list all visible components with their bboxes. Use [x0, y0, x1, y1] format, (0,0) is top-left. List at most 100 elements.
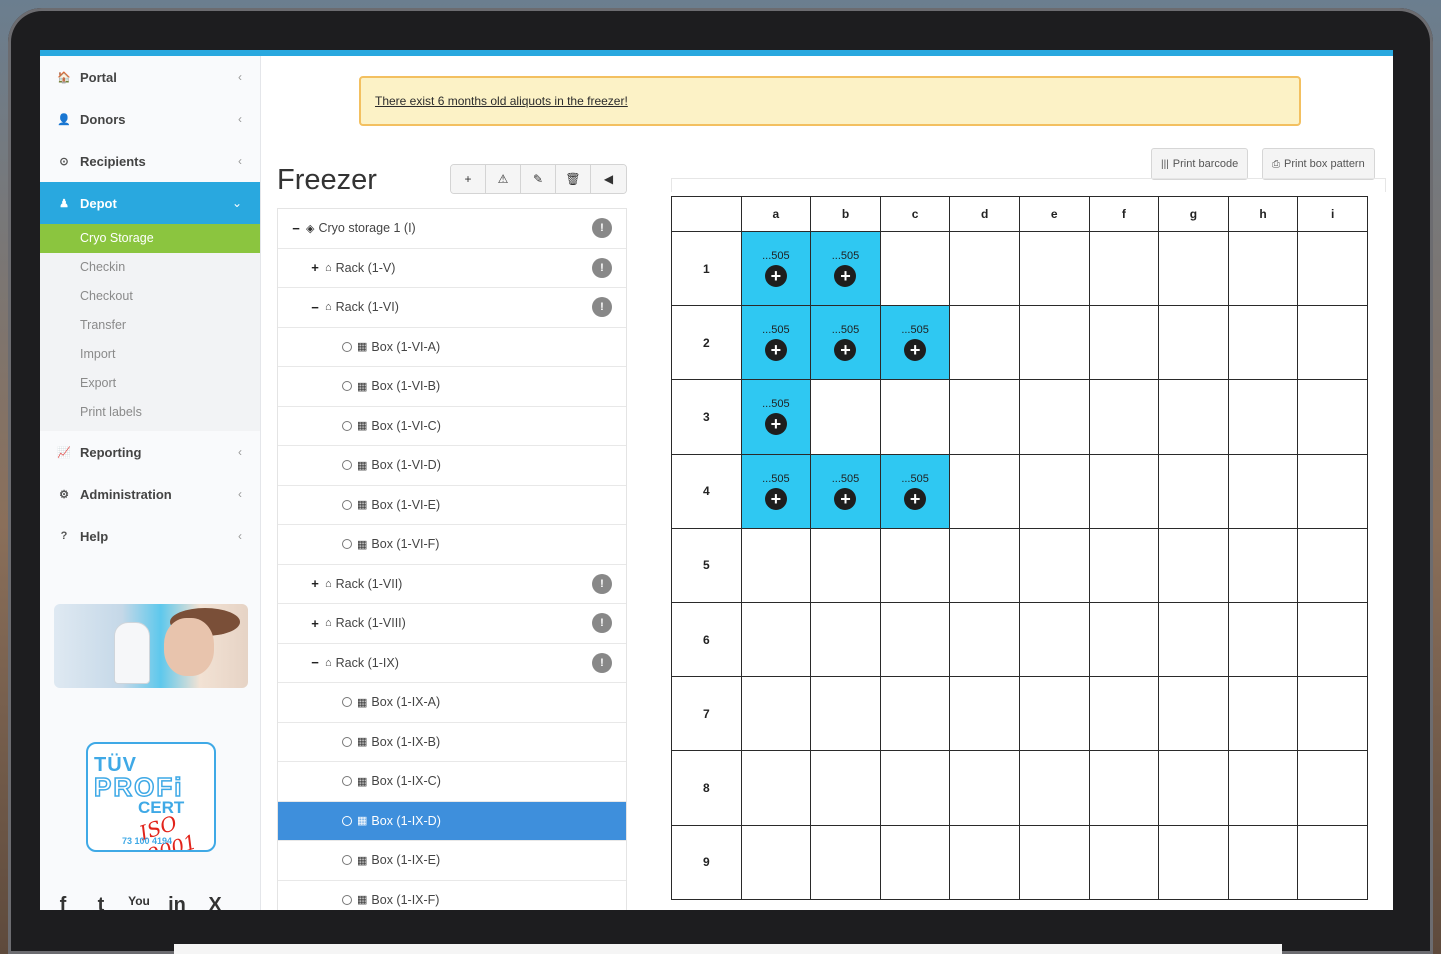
grid-cell-empty[interactable] [1088, 824, 1160, 900]
grid-cell-empty[interactable] [1297, 527, 1368, 603]
alert-link[interactable]: There exist 6 months old aliquots in the… [375, 94, 628, 108]
edit-button[interactable]: ✎ [521, 165, 556, 193]
select-radio[interactable] [342, 815, 352, 826]
delete-button[interactable]: 🗑 [556, 165, 591, 193]
tree-node-box[interactable]: ▦ Box (1-IX-A) [278, 683, 626, 723]
grid-cell-empty[interactable] [1227, 750, 1299, 826]
select-radio[interactable] [342, 499, 352, 510]
grid-cell-empty[interactable] [949, 824, 1020, 900]
collapse-icon[interactable]: − [290, 221, 302, 236]
grid-cell-empty[interactable] [1227, 305, 1299, 381]
tree-node-box[interactable]: ▦ Box (1-VI-E) [278, 486, 626, 525]
depot-subitem-checkin[interactable]: Checkin [40, 253, 260, 282]
tree-node-box[interactable]: ▦ Box (1-VI-C) [278, 407, 626, 446]
plus-circle-icon[interactable]: + [834, 265, 857, 288]
plus-circle-icon[interactable]: + [834, 339, 857, 362]
grid-cell-empty[interactable] [1088, 230, 1160, 307]
info-badge-icon[interactable]: ! [592, 652, 612, 673]
grid-cell-empty[interactable] [1018, 305, 1090, 381]
grid-cell-empty[interactable] [949, 750, 1020, 826]
grid-cell-empty[interactable] [1297, 601, 1368, 678]
collapse-icon[interactable]: − [309, 300, 321, 315]
tree-node-box[interactable]: ▦ Box (1-VI-B) [278, 367, 626, 407]
grid-cell-empty[interactable] [810, 527, 881, 603]
grid-cell-occupied[interactable]: ...505 + [810, 453, 881, 529]
grid-cell-empty[interactable] [810, 676, 881, 752]
plus-circle-icon[interactable]: + [904, 339, 927, 362]
tree-node-box[interactable]: ▦ Box (1-VI-D) [278, 446, 626, 486]
select-radio[interactable] [342, 381, 352, 392]
facebook-icon[interactable]: f [50, 894, 76, 910]
youtube-icon[interactable]: You [126, 894, 152, 910]
info-badge-icon[interactable]: ! [592, 297, 612, 318]
tree-node-box[interactable]: ▦ Box (1-VI-A) [278, 328, 626, 367]
grid-cell-empty[interactable] [949, 601, 1020, 678]
plus-circle-icon[interactable]: + [764, 413, 787, 436]
grid-cell-empty[interactable] [1158, 379, 1229, 455]
grid-cell-empty[interactable] [1158, 305, 1229, 381]
depot-subitem-export[interactable]: Export [40, 369, 260, 398]
grid-cell-empty[interactable] [1158, 230, 1229, 307]
sidebar-item-administration[interactable]: ⚙ Administration ‹ [40, 473, 260, 515]
select-radio[interactable] [342, 697, 352, 708]
grid-cell-empty[interactable] [1018, 601, 1090, 678]
grid-cell-empty[interactable] [1158, 527, 1229, 603]
tree-node-rack[interactable]: − ⌂ Rack (1-VI)! [278, 288, 626, 328]
grid-cell-empty[interactable] [1227, 527, 1299, 603]
grid-cell-empty[interactable] [879, 379, 951, 455]
grid-cell-empty[interactable] [949, 379, 1020, 455]
grid-cell-empty[interactable] [1088, 453, 1160, 529]
grid-cell-occupied[interactable]: ...505 + [879, 453, 951, 529]
plus-circle-icon[interactable]: + [764, 339, 787, 362]
grid-cell-occupied[interactable]: ...505 + [879, 305, 951, 381]
sidebar-item-donors[interactable]: 👤 Donors ‹ [40, 98, 260, 140]
grid-cell-empty[interactable] [1297, 824, 1368, 900]
grid-cell-empty[interactable] [1018, 453, 1090, 529]
grid-cell-empty[interactable] [1158, 453, 1229, 529]
grid-cell-empty[interactable] [740, 527, 812, 603]
grid-cell-empty[interactable] [879, 527, 951, 603]
expand-icon[interactable]: + [309, 260, 321, 275]
grid-cell-empty[interactable] [1158, 750, 1229, 826]
select-radio[interactable] [342, 894, 352, 905]
grid-cell-empty[interactable] [879, 824, 951, 900]
grid-cell-empty[interactable] [1018, 379, 1090, 455]
grid-cell-occupied[interactable]: ...505 + [810, 305, 881, 381]
grid-cell-empty[interactable] [1018, 750, 1090, 826]
info-badge-icon[interactable]: ! [592, 613, 612, 634]
grid-cell-empty[interactable] [1227, 824, 1299, 900]
plus-circle-icon[interactable]: + [904, 487, 927, 510]
grid-cell-empty[interactable] [740, 750, 812, 826]
grid-cell-empty[interactable] [1297, 379, 1368, 455]
plus-circle-icon[interactable]: + [764, 265, 787, 288]
collapse-button[interactable]: ◀ [591, 165, 626, 193]
grid-cell-empty[interactable] [879, 750, 951, 826]
grid-cell-empty[interactable] [810, 750, 881, 826]
grid-cell-empty[interactable] [879, 230, 951, 307]
tree-node-box[interactable]: ▦ Box (1-IX-B) [278, 723, 626, 762]
select-radio[interactable] [342, 776, 352, 787]
print-box-pattern-button[interactable]: ⎙ Print box pattern [1262, 148, 1375, 180]
grid-cell-empty[interactable] [1158, 824, 1229, 900]
depot-subitem-print-labels[interactable]: Print labels [40, 398, 260, 427]
info-badge-icon[interactable]: ! [592, 573, 612, 594]
grid-cell-empty[interactable] [1018, 676, 1090, 752]
tree-node-storage[interactable]: − ◈ Cryo storage 1 (I)! [278, 209, 626, 249]
sidebar-item-help[interactable]: ? Help ‹ [40, 515, 260, 557]
grid-cell-occupied[interactable]: ...505 + [740, 379, 812, 455]
grid-cell-empty[interactable] [949, 527, 1020, 603]
grid-cell-empty[interactable] [1088, 750, 1160, 826]
grid-cell-empty[interactable] [810, 824, 881, 900]
grid-cell-empty[interactable] [740, 676, 812, 752]
tree-node-box[interactable]: ▦ Box (1-VI-F) [278, 525, 626, 565]
grid-cell-empty[interactable] [1158, 676, 1229, 752]
grid-cell-empty[interactable] [1227, 379, 1299, 455]
select-radio[interactable] [342, 420, 352, 431]
grid-cell-empty[interactable] [1297, 230, 1368, 307]
depot-subitem-cryo-storage[interactable]: Cryo Storage [40, 224, 260, 253]
grid-cell-empty[interactable] [740, 601, 812, 678]
select-radio[interactable] [342, 855, 352, 866]
grid-cell-empty[interactable] [1088, 601, 1160, 678]
tree-node-box[interactable]: ▦ Box (1-IX-C) [278, 762, 626, 802]
grid-cell-empty[interactable] [879, 601, 951, 678]
